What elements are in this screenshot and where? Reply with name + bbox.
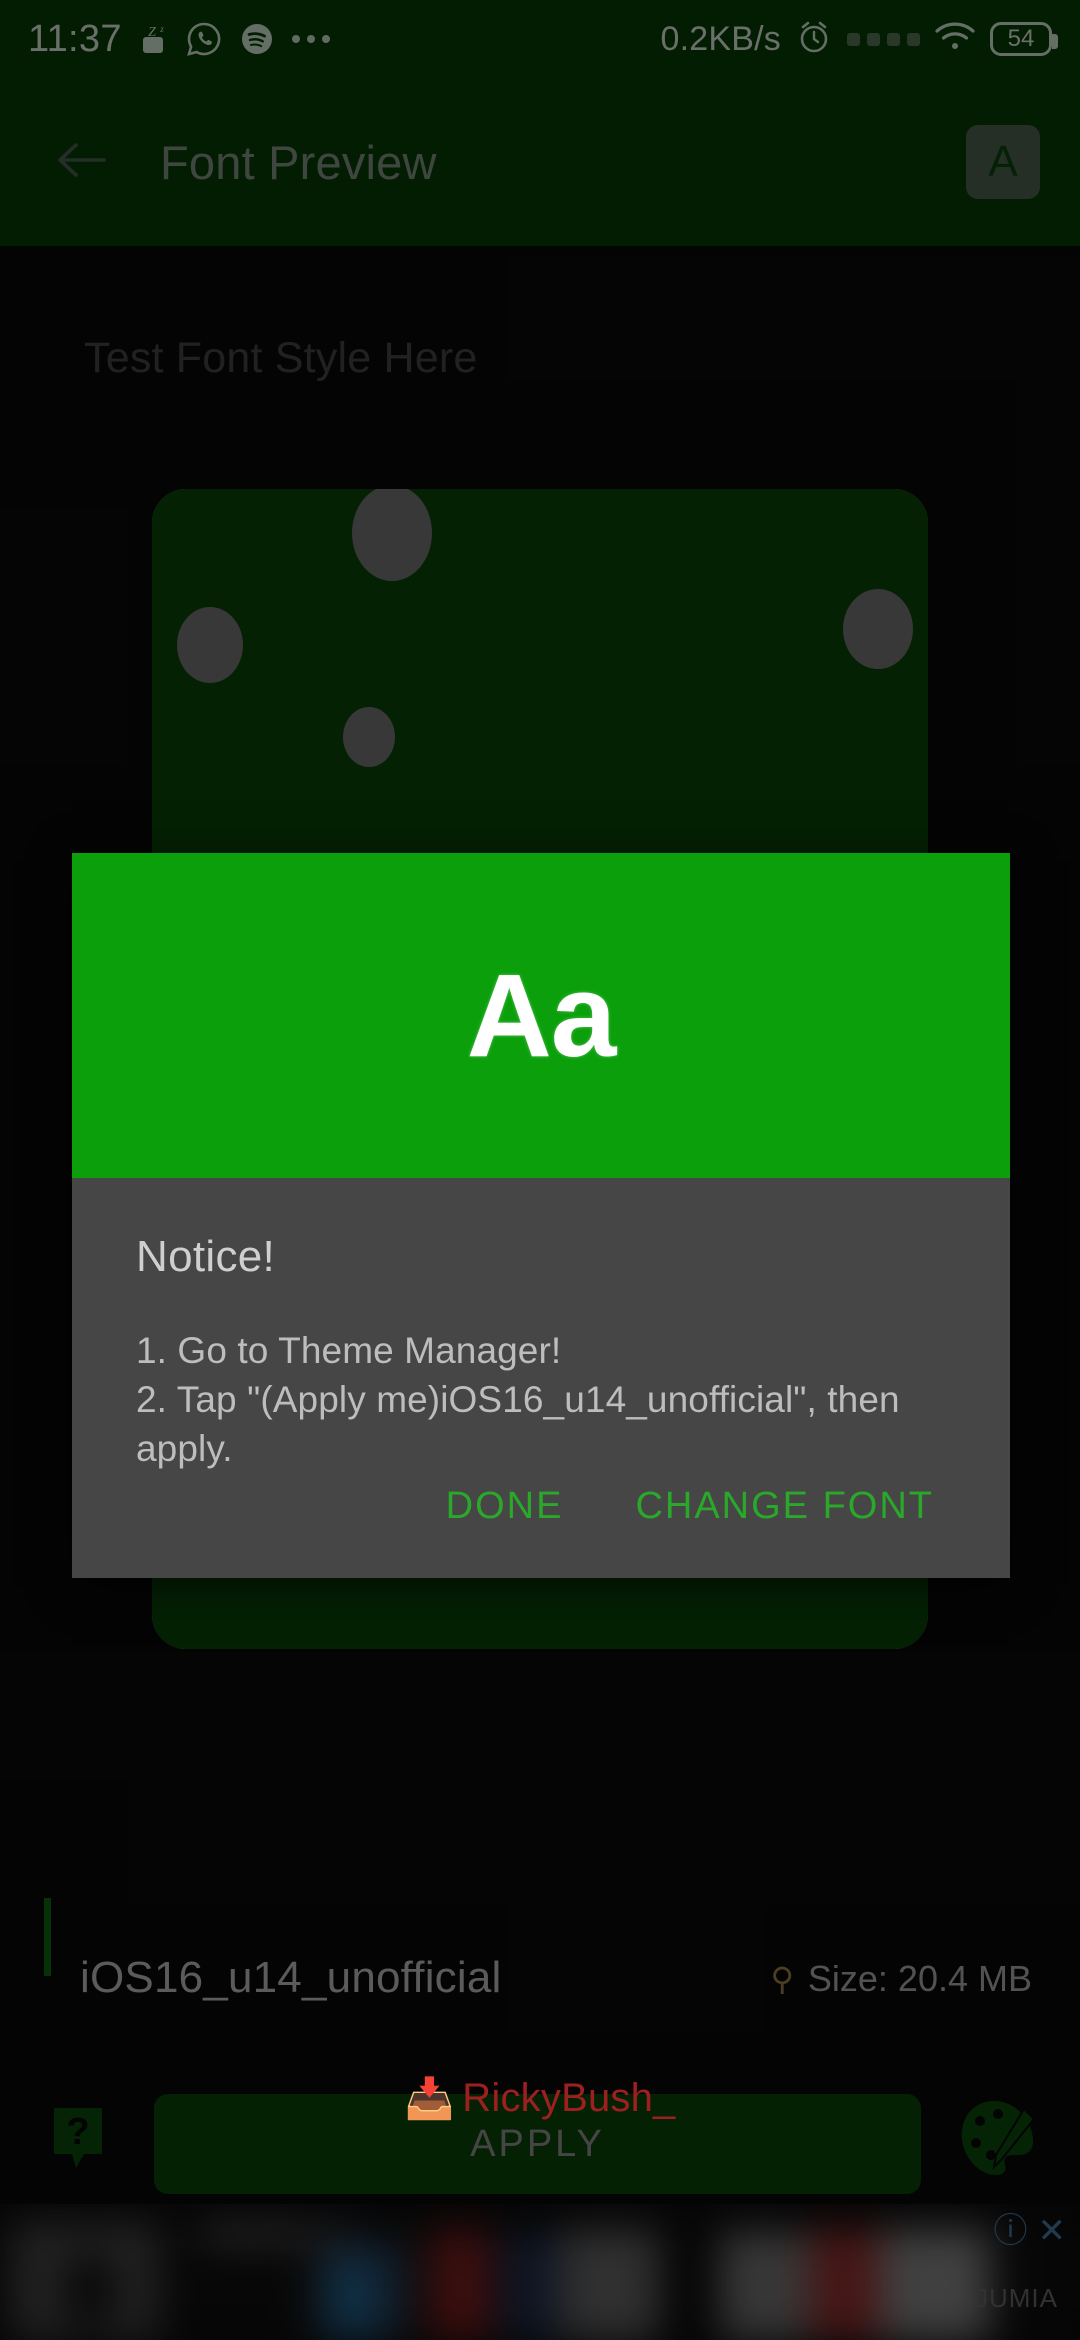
dialog-body: Notice! 1. Go to Theme Manager! 2. Tap "… [72, 1178, 1010, 1474]
notice-dialog: Aa Notice! 1. Go to Theme Manager! 2. Ta… [72, 853, 1010, 1578]
change-font-button[interactable]: CHANGE FONT [607, 1469, 962, 1544]
done-button[interactable]: DONE [418, 1469, 592, 1544]
phone-screen: 11:37 Z z [0, 0, 1080, 2340]
font-preview-glyph: Aa [466, 949, 617, 1082]
dialog-header: Aa [72, 853, 1010, 1178]
dialog-instructions: 1. Go to Theme Manager! 2. Tap "(Apply m… [136, 1326, 946, 1474]
dialog-actions: DONE CHANGE FONT [418, 1469, 962, 1544]
dialog-title: Notice! [136, 1232, 276, 1281]
dialog-line-2: 2. Tap "(Apply me)iOS16_u14_unofficial",… [136, 1379, 900, 1470]
dialog-line-1: 1. Go to Theme Manager! [136, 1330, 562, 1371]
